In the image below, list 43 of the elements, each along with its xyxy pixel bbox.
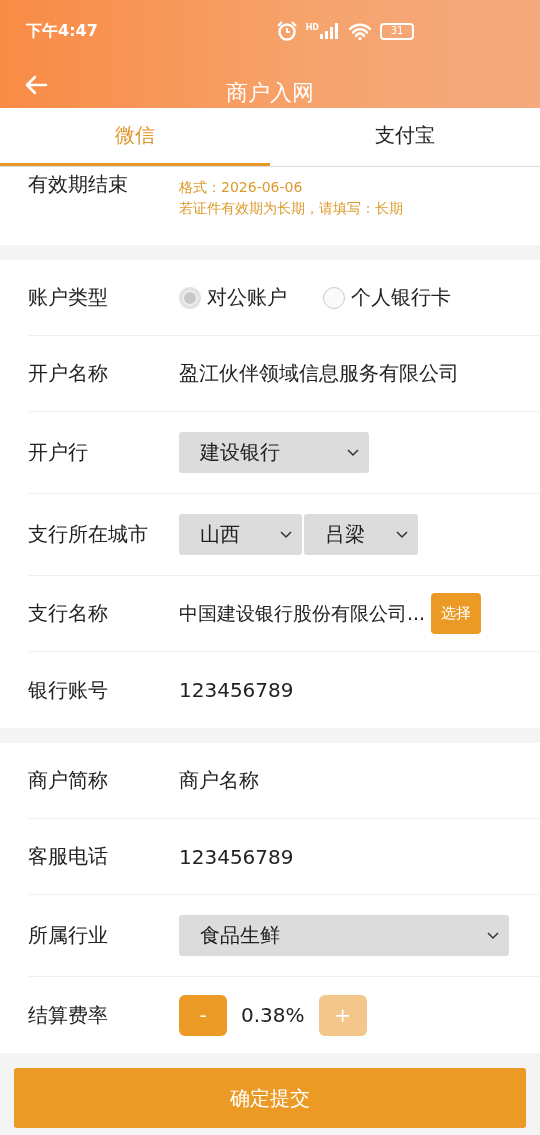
- radio-option[interactable]: 对公账户: [179, 284, 287, 311]
- chevron-down-icon: [487, 931, 499, 940]
- signal-icon: [320, 23, 340, 39]
- hint-text: 格式：2026-06-06: [179, 179, 304, 197]
- chevron-down-icon: [347, 448, 359, 457]
- battery-icon: 31: [380, 22, 414, 40]
- dropdown[interactable]: 吕梁: [304, 514, 418, 555]
- radio-label: 对公账户: [207, 284, 287, 311]
- field-value: 盈江伙伴领域信息服务有限公司: [179, 360, 459, 387]
- field-label: 有效期结束: [28, 171, 129, 198]
- chevron-down-icon: [396, 530, 408, 539]
- wifi-icon: [348, 22, 372, 40]
- field-label: 商户简称: [28, 767, 109, 794]
- network-label: HD: [305, 23, 319, 32]
- status-time: 下午4:47: [26, 20, 98, 42]
- rate-value: 0.38%: [241, 1003, 305, 1027]
- dropdown[interactable]: 山西: [179, 514, 302, 555]
- radio-button[interactable]: [179, 286, 201, 309]
- radio-button[interactable]: [323, 286, 345, 309]
- field-value: 123456789: [179, 678, 294, 702]
- field-label: 结算费率: [28, 1001, 109, 1029]
- alarm-clock-icon: [275, 20, 298, 42]
- field-label: 支行名称: [28, 600, 109, 627]
- field-label: 账户类型: [28, 284, 109, 311]
- chevron-down-icon: [280, 530, 292, 539]
- radio-option[interactable]: 个人银行卡: [323, 284, 451, 311]
- back-arrow-icon: [24, 75, 48, 95]
- tab[interactable]: 支付宝: [270, 108, 540, 166]
- back-button[interactable]: [24, 75, 48, 95]
- field-label: 银行账号: [28, 676, 109, 704]
- field-label: 支行所在城市: [28, 521, 149, 548]
- field-label: 开户名称: [28, 360, 109, 387]
- dropdown[interactable]: 食品生鲜: [179, 915, 509, 956]
- field-value: 中国建设银行股份有限公司...: [179, 600, 426, 626]
- page-title: 商户入网: [225, 79, 315, 107]
- radio-label: 个人银行卡: [351, 284, 451, 311]
- field-value: 商户名称: [179, 767, 259, 794]
- field-label: 所属行业: [28, 922, 109, 949]
- hint-text: 若证件有效期为长期，请填写：长期: [179, 200, 403, 218]
- dropdown[interactable]: 建设银行: [179, 432, 369, 473]
- field-label: 开户行: [28, 439, 89, 466]
- field-label: 客服电话: [28, 843, 109, 870]
- field-value: 123456789: [179, 844, 294, 869]
